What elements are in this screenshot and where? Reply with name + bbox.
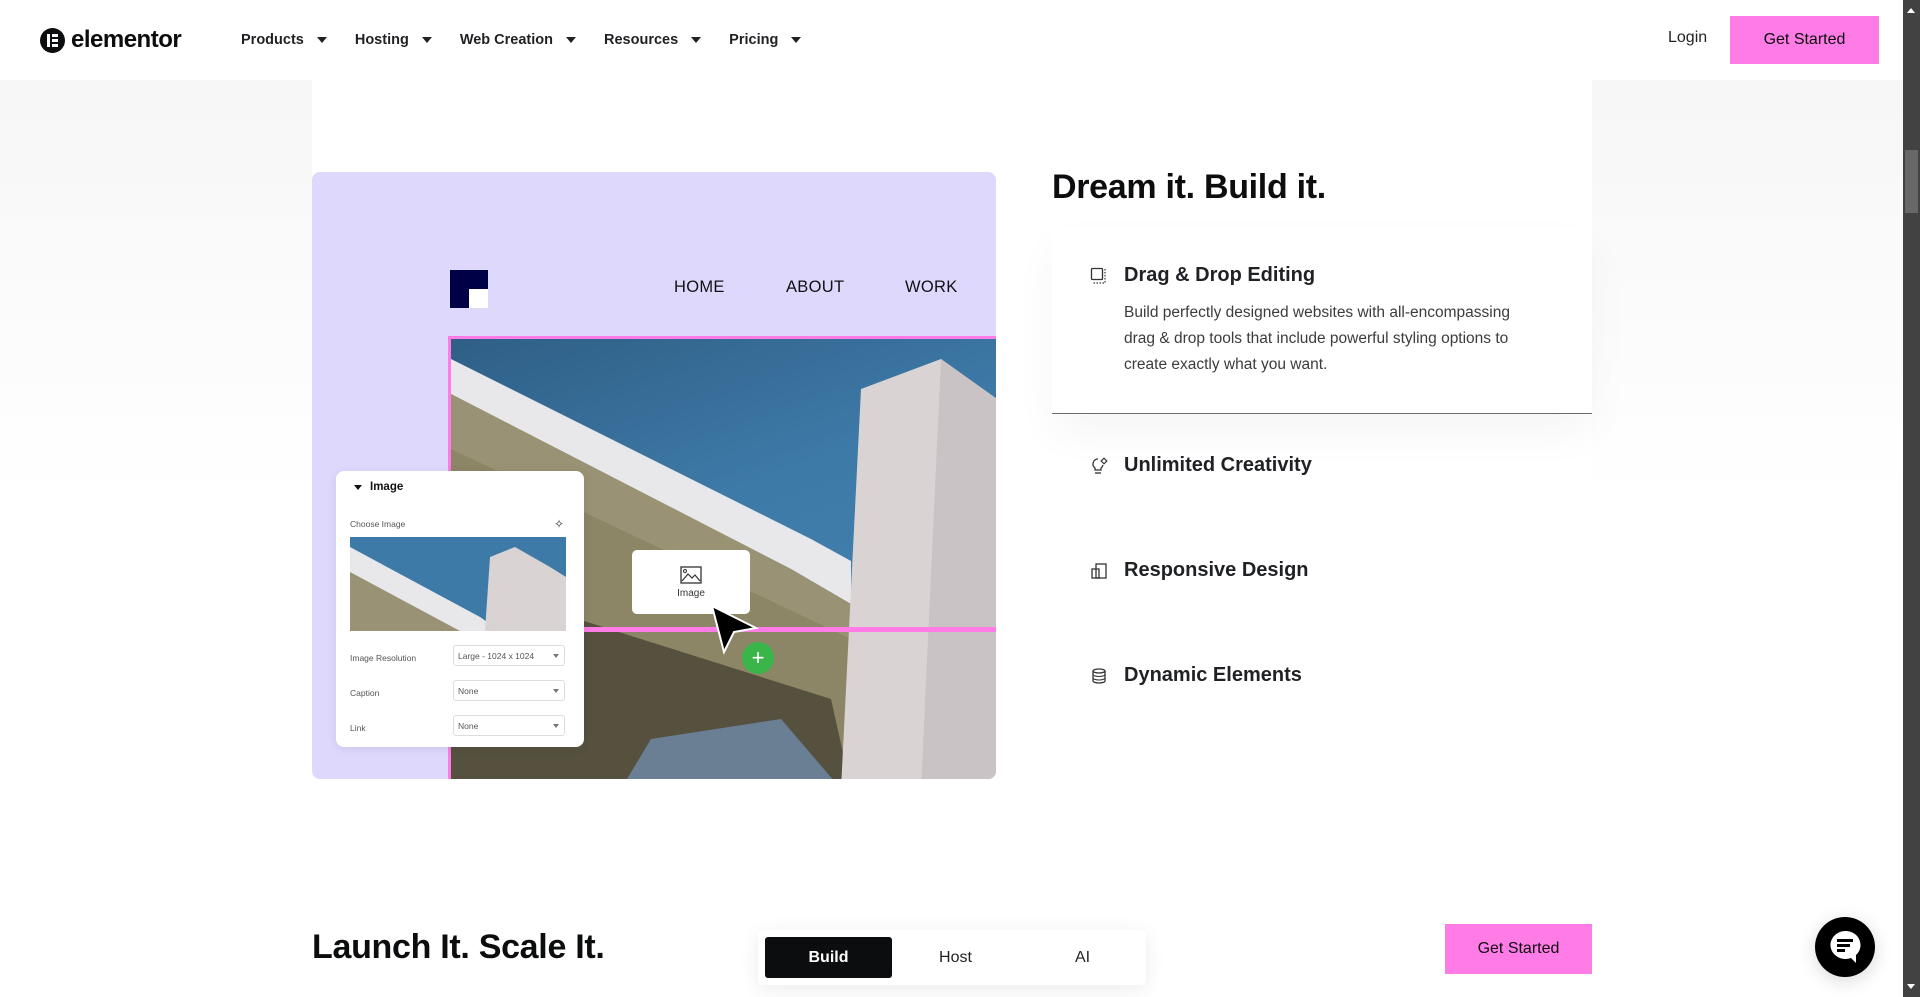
build-host-ai-tabs: Build Host AI [758, 930, 1146, 985]
nav-item-hosting[interactable]: Hosting [355, 32, 432, 48]
tab-ai[interactable]: AI [1019, 937, 1146, 978]
feature-title: Drag & Drop Editing [1124, 264, 1316, 286]
logo-text: elementor [71, 26, 182, 53]
scroll-down-arrow-icon[interactable] [1907, 984, 1915, 989]
site-header: elementor Products Hosting Web Creation … [0, 0, 1904, 80]
select-caret-icon [553, 654, 559, 658]
panel-title: Image [370, 481, 404, 493]
feature-description: Build perfectly designed websites with a… [1124, 304, 1510, 373]
select-value: None [458, 685, 479, 696]
widget-label: Image [677, 587, 705, 599]
select-caret-icon [553, 689, 559, 693]
mock-nav-home: HOME [674, 278, 725, 296]
main-nav: Products Hosting Web Creation Resources … [241, 0, 829, 80]
field-label-resolution: Image Resolution [350, 653, 417, 663]
field-label-caption: Caption [350, 688, 380, 698]
image-icon [680, 565, 702, 584]
nav-label: Web Creation [459, 32, 554, 48]
chat-bubble-icon [1830, 930, 1861, 963]
lightbulb-icon [1088, 455, 1110, 477]
caption-select[interactable]: None [453, 680, 565, 701]
elementor-logo-icon [40, 27, 65, 53]
mock-nav-about: ABOUT [786, 278, 845, 296]
feature-dynamic-elements[interactable]: Dynamic Elements [1088, 664, 1302, 687]
resolution-select[interactable]: Large - 1024 x 1024 [453, 645, 565, 666]
field-label-link: Link [350, 723, 366, 733]
nav-item-resources[interactable]: Resources [604, 32, 702, 48]
caret-down-icon [791, 37, 802, 43]
nav-label: Hosting [354, 32, 409, 48]
select-value: Large - 1024 x 1024 [458, 650, 535, 661]
header-get-started-button[interactable]: Get Started [1730, 16, 1879, 64]
nav-item-web-creation[interactable]: Web Creation [459, 32, 577, 48]
tab-host[interactable]: Host [892, 937, 1019, 978]
features-title: Dream it. Build it. [1052, 168, 1326, 206]
choose-image-label: Choose Image [350, 519, 406, 529]
panel-section-header[interactable]: Image [354, 481, 403, 493]
feature-drag-drop[interactable]: Drag & Drop Editing [1088, 264, 1315, 287]
image-settings-panel: Image Choose Image ✧ Image Resolution La… [336, 471, 584, 747]
feature-unlimited-creativity[interactable]: Unlimited Creativity [1088, 454, 1312, 477]
nav-label: Resources [604, 32, 679, 48]
caret-down-icon [691, 37, 702, 43]
tab-build[interactable]: Build [765, 937, 892, 978]
bottom-get-started-button[interactable]: Get Started [1445, 924, 1592, 974]
elementor-logo[interactable]: elementor [40, 26, 182, 54]
caret-down-icon [421, 37, 432, 43]
database-icon [1088, 665, 1110, 687]
feature-title: Responsive Design [1124, 559, 1309, 581]
ai-sparkle-icon[interactable]: ✧ [554, 517, 564, 531]
chat-widget-button[interactable] [1815, 917, 1875, 977]
editor-showcase: HOME ABOUT WORK Image Choose Image ✧ Ima… [312, 172, 996, 779]
page-scrollbar[interactable] [1903, 0, 1920, 997]
feature-responsive-design[interactable]: Responsive Design [1088, 559, 1309, 582]
select-caret-icon [553, 724, 559, 728]
mock-nav-work: WORK [905, 278, 958, 296]
scroll-up-arrow-icon[interactable] [1907, 8, 1915, 13]
scrollbar-thumb[interactable] [1905, 150, 1918, 213]
nav-item-pricing[interactable]: Pricing [729, 32, 802, 48]
add-element-plus-icon[interactable]: + [742, 642, 774, 674]
nav-item-products[interactable]: Products [241, 32, 327, 48]
caret-down-icon [566, 37, 577, 43]
link-select[interactable]: None [453, 715, 565, 736]
nav-label: Products [241, 32, 304, 48]
feature-title: Unlimited Creativity [1124, 454, 1312, 476]
drag-drop-icon [1088, 265, 1110, 287]
section-title-launch: Launch It. Scale It. [312, 928, 605, 966]
image-thumbnail[interactable] [350, 537, 566, 631]
caret-down-icon [316, 37, 327, 43]
collapse-caret-icon [354, 484, 362, 490]
select-value: None [458, 720, 479, 731]
mock-site-logo [450, 270, 488, 308]
login-link[interactable]: Login [1668, 29, 1707, 47]
feature-title: Dynamic Elements [1124, 664, 1302, 686]
nav-label: Pricing [729, 32, 779, 48]
responsive-icon [1088, 560, 1110, 582]
